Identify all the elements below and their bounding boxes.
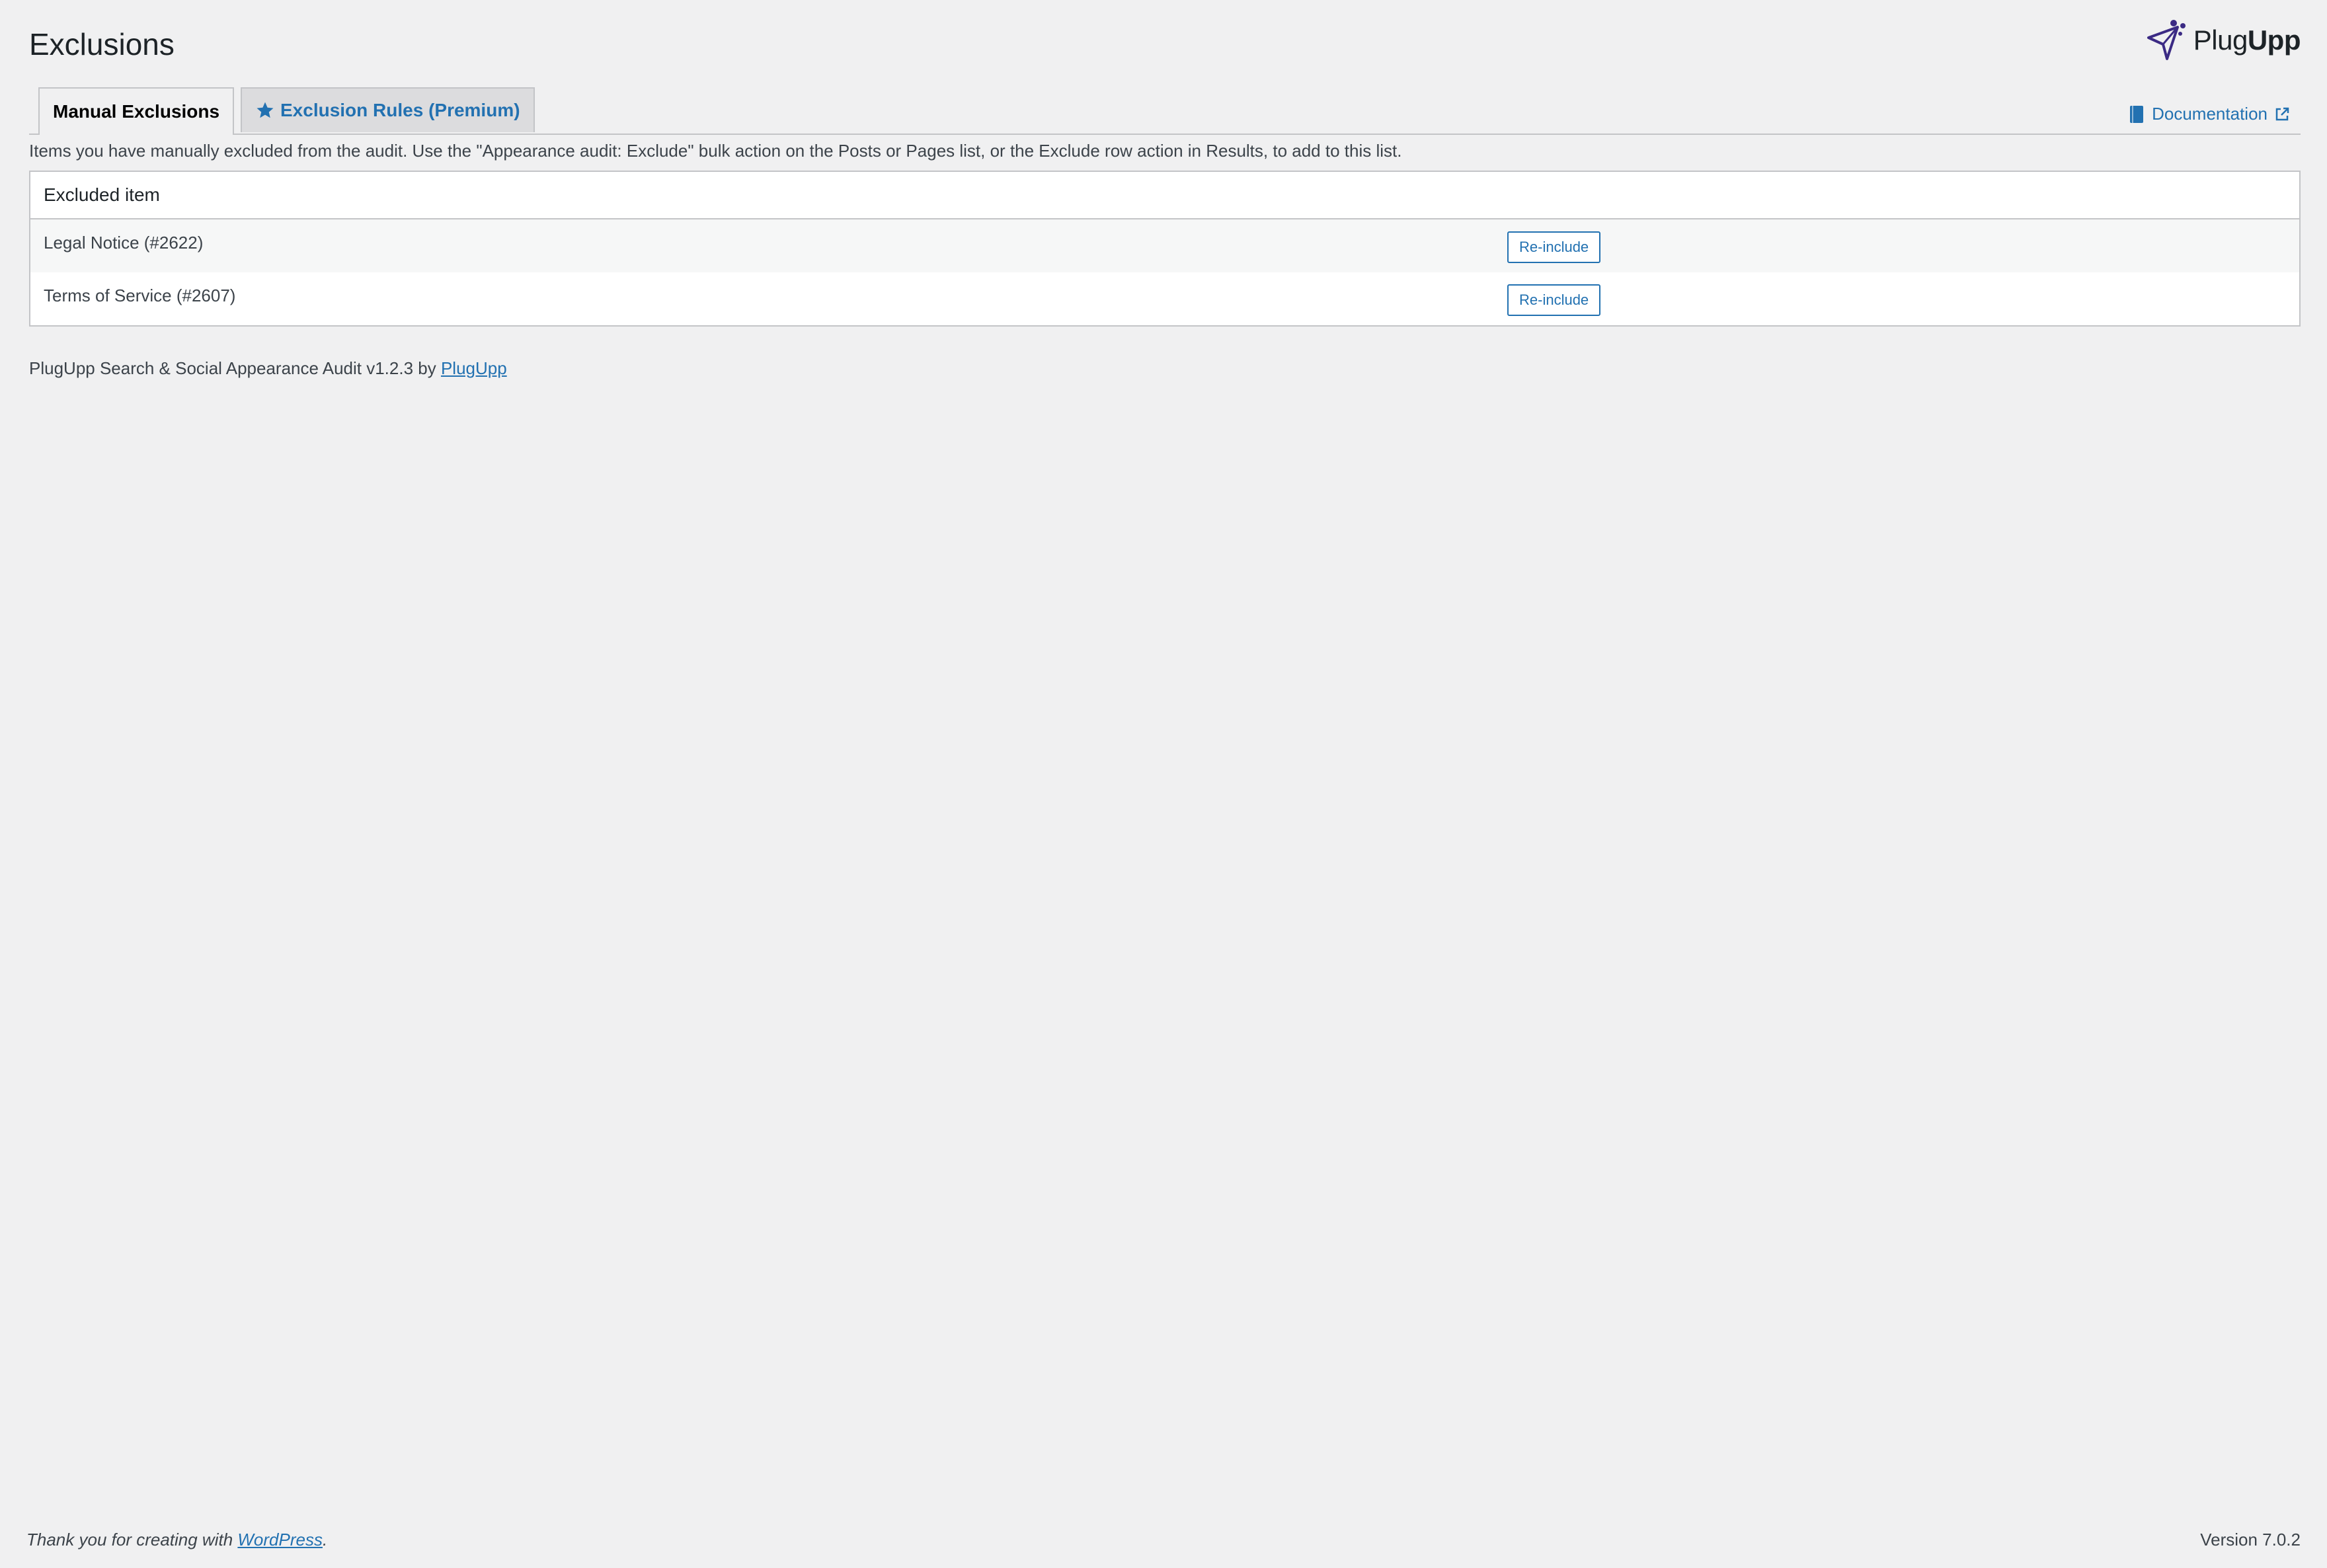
tab-manual-exclusions[interactable]: Manual Exclusions bbox=[38, 87, 235, 135]
plugin-footer: PlugUpp Search & Social Appearance Audit… bbox=[29, 358, 507, 378]
excluded-item-name: Terms of Service (#2607) bbox=[44, 286, 236, 305]
excluded-item-name: Legal Notice (#2622) bbox=[44, 233, 204, 253]
tab-label: Manual Exclusions bbox=[53, 101, 220, 122]
re-include-button[interactable]: Re-include bbox=[1507, 231, 1601, 263]
paper-plane-logo-icon bbox=[2147, 20, 2186, 60]
external-link-icon bbox=[2275, 107, 2289, 120]
page-title: Exclusions bbox=[29, 27, 175, 61]
book-icon bbox=[2130, 105, 2144, 123]
plugupp-link[interactable]: PlugUpp bbox=[441, 358, 507, 378]
table-row: Terms of Service (#2607) Re-include bbox=[30, 272, 2299, 325]
column-header-excluded-item: Excluded item bbox=[30, 172, 2299, 219]
re-include-button[interactable]: Re-include bbox=[1507, 284, 1601, 316]
intro-text: Items you have manually excluded from th… bbox=[29, 141, 1402, 161]
brand-name: PlugUpp bbox=[2193, 24, 2301, 56]
tab-bar: Manual Exclusions Exclusion Rules (Premi… bbox=[29, 87, 2301, 135]
star-icon bbox=[256, 102, 274, 118]
tab-exclusion-rules-premium[interactable]: Exclusion Rules (Premium) bbox=[241, 87, 535, 132]
wordpress-link[interactable]: WordPress bbox=[237, 1530, 323, 1549]
exclusions-table: Excluded item Legal Notice (#2622) Re-in… bbox=[29, 171, 2301, 327]
table-row: Legal Notice (#2622) Re-include bbox=[30, 219, 2299, 272]
tab-label: Exclusion Rules (Premium) bbox=[280, 100, 520, 120]
brand-logo: PlugUpp bbox=[2145, 17, 2301, 63]
documentation-label: Documentation bbox=[2152, 104, 2268, 124]
documentation-link[interactable]: Documentation bbox=[2128, 104, 2290, 124]
wp-version: Version 7.0.2 bbox=[2200, 1530, 2301, 1549]
wp-footer-credit: Thank you for creating with WordPress. bbox=[26, 1530, 328, 1549]
